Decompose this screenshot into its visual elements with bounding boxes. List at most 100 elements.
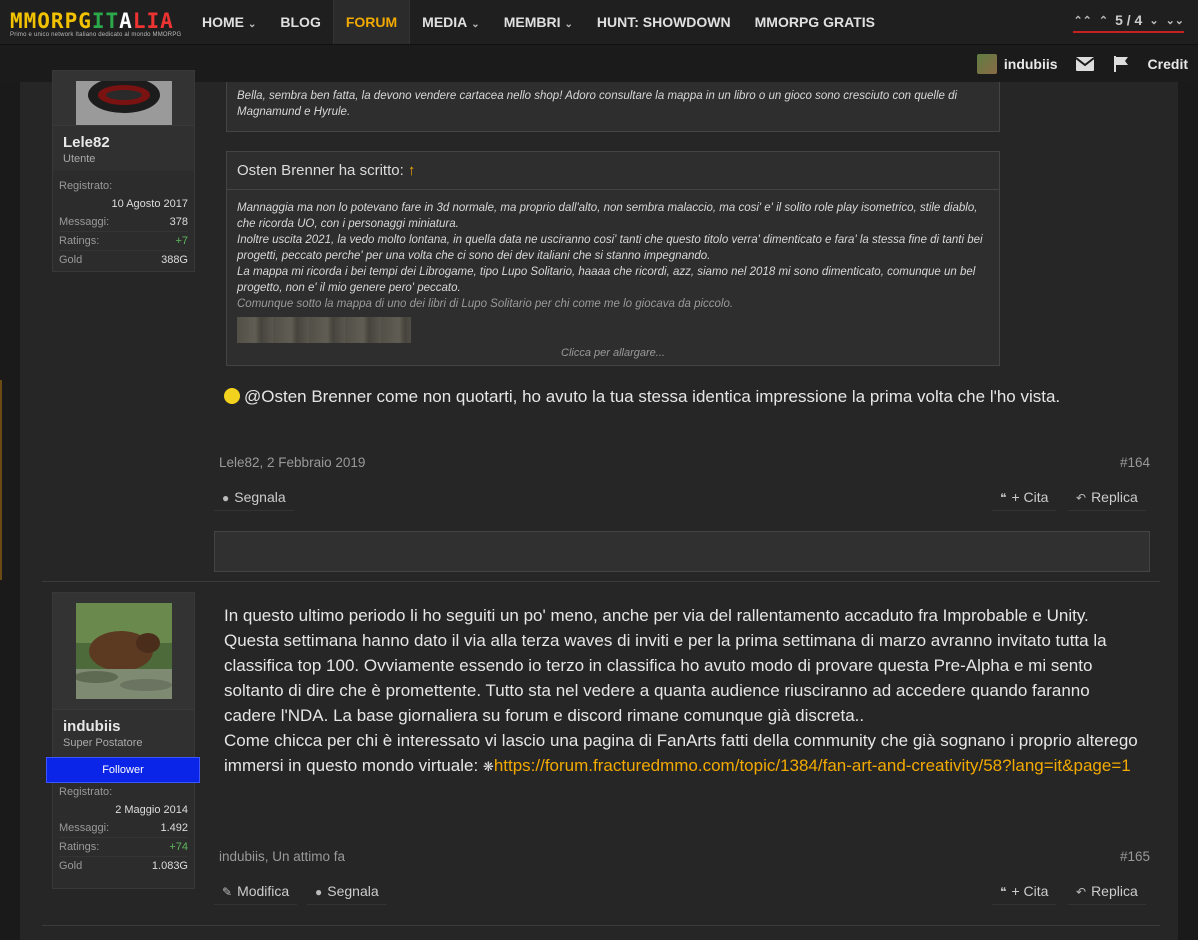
reply-label: Replica (1091, 883, 1138, 899)
stat-value: 10 Agosto 2017 (111, 198, 188, 210)
stat-registered: Registrato: 10 Agosto 2017 (59, 177, 188, 213)
expand-link[interactable]: Clicca per allargare... (227, 347, 999, 359)
quote-block-1: Bella, sembra ben fatta, la devono vende… (226, 82, 1000, 132)
top-navbar: MMORPGITALIA Primo e unico network Itali… (0, 0, 1198, 45)
post-text: @Osten Brenner come non quotarti, ho avu… (244, 387, 1061, 406)
page-jump: ⌃⌃ ⌃ 5 / 4 ⌄ ⌄⌄ (1073, 12, 1184, 33)
quote-author: Osten Brenner ha scritto: (237, 162, 404, 179)
nav-media-label: MEDIA (422, 14, 468, 30)
quote-icon: ❝ (1000, 491, 1007, 505)
post-text: In questo ultimo periodo li ho seguiti u… (224, 606, 1107, 725)
stat-value: 2 Maggio 2014 (115, 804, 188, 816)
nav-mmorpg-gratis[interactable]: MMORPG GRATIS (743, 0, 887, 44)
chevron-double-down-icon[interactable]: ⌄⌄ (1166, 14, 1184, 27)
user-panel-indubiis: indubiis Super Postatore Registrato: 2 Ma… (52, 592, 195, 889)
stat-label: Ratings: (59, 235, 100, 247)
report-label: Segnala (327, 883, 379, 899)
credit-link[interactable]: Credit (1148, 56, 1188, 72)
reply-icon: ↶ (1076, 491, 1087, 505)
stat-label: Registrato: (59, 180, 113, 192)
stat-label: Messaggi: (59, 216, 110, 228)
site-logo[interactable]: MMORPGITALIA Primo e unico network Itali… (10, 10, 181, 38)
avatar-wrap (53, 71, 194, 125)
quote-line: Comunque sotto la mappa di uno dei libri… (237, 298, 734, 310)
reply-label: Replica (1091, 489, 1138, 505)
chevron-down-icon: ⌄ (248, 19, 257, 30)
fanart-link[interactable]: https://forum.fracturedmmo.com/topic/138… (494, 756, 1131, 775)
smiley-icon (224, 388, 240, 404)
stat-messages: Messaggi: 1.492 (59, 819, 188, 838)
alert-icon: ● (315, 885, 323, 899)
logo-part-a: A (119, 9, 133, 33)
right-gutter (1178, 0, 1198, 940)
chevron-up-icon[interactable]: ⌃ (1099, 14, 1108, 27)
post-meta-164: Lele82, 2 Febbraio 2019 #164 (219, 455, 1150, 470)
follower-badge: Follower (46, 757, 200, 783)
flag-icon[interactable] (1112, 55, 1130, 73)
arrow-up-icon[interactable]: ↑ (408, 162, 416, 179)
stat-value[interactable]: 378 (170, 213, 188, 231)
quote-button[interactable]: ❝ + Cita (992, 485, 1057, 511)
user-name[interactable]: Lele82 (63, 134, 184, 151)
nav-media[interactable]: MEDIA ⌄ (410, 0, 492, 44)
post-number[interactable]: #165 (1120, 849, 1150, 864)
post-text-2: Come chicca per chi è interessato vi las… (224, 728, 1144, 779)
avatar[interactable] (75, 81, 172, 125)
edit-button[interactable]: ✎ Modifica (214, 879, 298, 905)
stat-value: +7 (175, 235, 188, 247)
quote-label: + Cita (1011, 883, 1049, 899)
nav-home[interactable]: HOME ⌄ (190, 0, 268, 44)
quote-button[interactable]: ❝ + Cita (992, 879, 1057, 905)
page-indicator: 5 / 4 (1115, 12, 1143, 28)
quote-body: Mannaggia ma non lo potevano fare in 3d … (227, 190, 999, 320)
nav-forum[interactable]: FORUM (332, 0, 411, 44)
current-user[interactable]: indubiis (976, 53, 1058, 74)
post-divider (42, 925, 1160, 926)
chevron-double-up-icon[interactable]: ⌃⌃ (1073, 14, 1091, 27)
stat-ratings: Ratings: +74 (59, 838, 188, 857)
stat-value[interactable]: 1.492 (160, 819, 188, 837)
stat-gold: Gold 1.083G (59, 857, 188, 875)
stat-label: Messaggi: (59, 822, 110, 834)
logo-part-it: IT (91, 9, 120, 33)
quote-text: Bella, sembra ben fatta, la devono vende… (237, 90, 958, 118)
stat-value: 388G (161, 254, 188, 266)
nav-membri[interactable]: MEMBRI ⌄ (492, 0, 585, 44)
quote-icon: ❝ (1000, 885, 1007, 899)
reply-button[interactable]: ↶ Replica (1068, 879, 1146, 905)
stat-registered: Registrato: 2 Maggio 2014 (59, 783, 188, 819)
user-title: Super Postatore (63, 737, 143, 749)
stat-label: Gold (59, 860, 83, 872)
link-icon: ❋ (482, 759, 494, 774)
post-body-165: In questo ultimo periodo li ho seguiti u… (224, 603, 1144, 779)
nav-membri-label: MEMBRI (503, 14, 561, 30)
stat-label: Gold (59, 254, 83, 266)
post-number[interactable]: #164 (1120, 455, 1150, 470)
site-tagline: Primo e unico network Italiano dedicato … (10, 32, 182, 38)
stat-ratings: Ratings: +7 (59, 232, 188, 251)
report-button[interactable]: ● Segnala (214, 485, 294, 511)
post-author-date[interactable]: Lele82, 2 Febbraio 2019 (219, 455, 365, 470)
reply-button[interactable]: ↶ Replica (1068, 485, 1146, 511)
nav-blog[interactable]: BLOG (268, 0, 332, 44)
user-name[interactable]: indubiis (63, 718, 184, 735)
envelope-icon[interactable] (1075, 55, 1094, 73)
stat-label: Ratings: (59, 841, 100, 853)
avatar[interactable] (75, 603, 172, 699)
stat-messages: Messaggi: 378 (59, 213, 188, 232)
inline-reply-box[interactable] (214, 531, 1150, 572)
main-nav: HOME ⌄ BLOG FORUM MEDIA ⌄ MEMBRI ⌄ HUNT: SH… (190, 0, 887, 44)
nav-blog-label: BLOG (280, 14, 321, 30)
quote-line: Inoltre uscita 2021, la vedo molto lonta… (237, 234, 983, 262)
nav-hunt-showdown[interactable]: HUNT: SHOWDOWN (585, 0, 743, 44)
chevron-down-icon: ⌄ (564, 19, 573, 30)
chevron-down-icon[interactable]: ⌄ (1149, 14, 1158, 27)
report-label: Segnala (234, 489, 286, 505)
stat-label: Registrato: (59, 786, 113, 798)
post-body-164: @Osten Brenner come non quotarti, ho avu… (224, 384, 1144, 409)
post-author-date[interactable]: indubiis, Un attimo fa (219, 849, 345, 864)
nav-gratis-label: MMORPG GRATIS (754, 14, 875, 30)
report-button[interactable]: ● Segnala (307, 879, 387, 905)
map-thumbnail[interactable] (237, 317, 411, 343)
quote-header: Osten Brenner ha scritto: ↑ (227, 152, 999, 190)
